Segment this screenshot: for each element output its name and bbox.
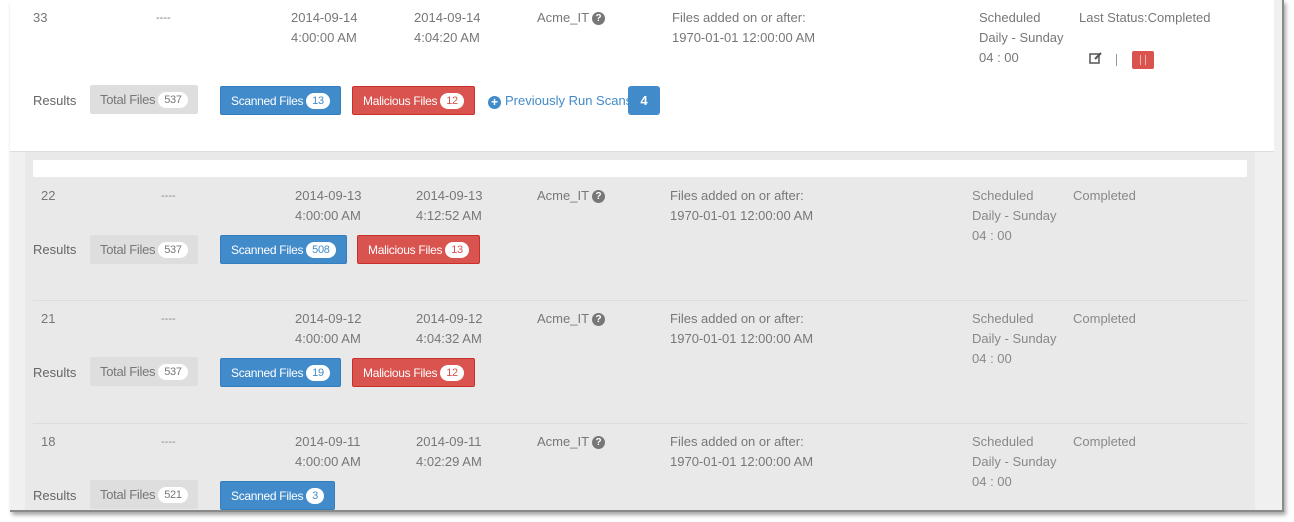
scan-id: 18 (41, 434, 56, 449)
scan-start-time: 2014-09-13 4:00:00 AM (295, 188, 362, 223)
scan-owner: Acme_IT? (537, 186, 606, 206)
trash-icon (1140, 55, 1146, 65)
malicious-files-count: 13 (445, 242, 469, 258)
malicious-files-count: 12 (440, 365, 464, 381)
scan-status: Last Status:Completed (1079, 10, 1211, 25)
scan-schedule: Scheduled Daily - Sunday 04 : 00 (979, 10, 1064, 65)
scan-id: 22 (41, 188, 56, 203)
scan-schedule: Scheduled Daily - Sunday 04 : 00 (972, 311, 1057, 366)
scanned-files-count: 3 (306, 488, 324, 504)
results-label: Results (33, 242, 77, 257)
scan-start-time: 2014-09-11 4:00:00 AM (295, 434, 361, 469)
scan-start-time: 2014-09-14 4:00:00 AM (291, 10, 358, 45)
question-circle-icon[interactable]: ? (592, 190, 606, 203)
scan-criteria: Files added on or after: 1970-01-01 12:0… (670, 311, 814, 346)
scan-name: ---- (156, 12, 171, 24)
total-files-button[interactable]: Total Files 537 (90, 357, 198, 386)
previous-scans-list: 22 ---- 2014-09-13 4:00:00 AM 2014-09-13… (25, 152, 1255, 510)
scanned-files-count: 19 (306, 365, 330, 381)
scan-owner: Acme_IT? (537, 8, 606, 28)
action-separator (1116, 54, 1117, 66)
malicious-files-count: 12 (440, 93, 464, 109)
total-files-count: 537 (158, 364, 188, 380)
scan-status: Completed (1073, 311, 1136, 326)
list-header-strip (33, 160, 1247, 177)
scanned-files-button[interactable]: Scanned Files 3 (220, 481, 335, 510)
latest-scan-card: 33 ---- 2014-09-14 4:00:00 AM 2014-09-14… (10, 0, 1274, 152)
malicious-files-button[interactable]: Malicious Files 13 (357, 235, 480, 264)
scan-criteria: Files added on or after: 1970-01-01 12:0… (672, 10, 816, 45)
row-divider (33, 423, 1247, 424)
scan-schedule: Scheduled Daily - Sunday 04 : 00 (972, 434, 1057, 489)
scan-end-time: 2014-09-12 4:04:32 AM (416, 311, 483, 346)
scan-name: ---- (161, 436, 176, 448)
results-label: Results (33, 488, 77, 503)
row-divider (33, 300, 1247, 301)
malicious-files-button[interactable]: Malicious Files 12 (352, 86, 475, 115)
previously-run-scans-link[interactable]: + Previously Run Scans - (488, 91, 640, 111)
edit-icon[interactable] (1089, 51, 1103, 65)
scan-status: Completed (1073, 434, 1136, 449)
scan-status: Completed (1073, 188, 1136, 203)
trash-button[interactable] (1132, 51, 1154, 69)
scan-name: ---- (161, 313, 176, 325)
previously-run-scans-count[interactable]: 4 (628, 86, 660, 115)
total-files-button[interactable]: Total Files 521 (90, 480, 198, 509)
scan-name: ---- (161, 190, 176, 202)
scanned-files-button[interactable]: Scanned Files 508 (220, 235, 347, 264)
scanned-files-count: 508 (306, 242, 336, 258)
total-files-count: 521 (158, 487, 188, 503)
question-circle-icon[interactable]: ? (592, 313, 606, 326)
scan-owner: Acme_IT? (537, 432, 606, 452)
plus-circle-icon: + (488, 96, 501, 109)
scan-id: 21 (41, 311, 56, 326)
question-circle-icon[interactable]: ? (592, 436, 606, 449)
scan-end-time: 2014-09-13 4:12:52 AM (416, 188, 483, 223)
scan-history-panel: 33 ---- 2014-09-14 4:00:00 AM 2014-09-14… (10, 0, 1284, 512)
results-label: Results (33, 93, 77, 108)
total-files-count: 537 (158, 242, 188, 258)
total-files-button[interactable]: Total Files 537 (90, 85, 198, 114)
malicious-files-button[interactable]: Malicious Files 12 (352, 358, 475, 387)
total-files-button[interactable]: Total Files 537 (90, 235, 198, 264)
scanned-files-button[interactable]: Scanned Files 13 (220, 86, 341, 115)
scan-end-time: 2014-09-14 4:04:20 AM (414, 10, 481, 45)
results-label: Results (33, 365, 77, 380)
scan-criteria: Files added on or after: 1970-01-01 12:0… (670, 188, 814, 223)
question-circle-icon[interactable]: ? (592, 12, 606, 25)
scan-criteria: Files added on or after: 1970-01-01 12:0… (670, 434, 814, 469)
scan-start-time: 2014-09-12 4:00:00 AM (295, 311, 362, 346)
total-files-count: 537 (158, 92, 188, 108)
scan-end-time: 2014-09-11 4:02:29 AM (416, 434, 482, 469)
scan-owner: Acme_IT? (537, 309, 606, 329)
scan-schedule: Scheduled Daily - Sunday 04 : 00 (972, 188, 1057, 243)
scanned-files-button[interactable]: Scanned Files 19 (220, 358, 341, 387)
scanned-files-count: 13 (306, 93, 330, 109)
scan-id: 33 (33, 10, 48, 25)
